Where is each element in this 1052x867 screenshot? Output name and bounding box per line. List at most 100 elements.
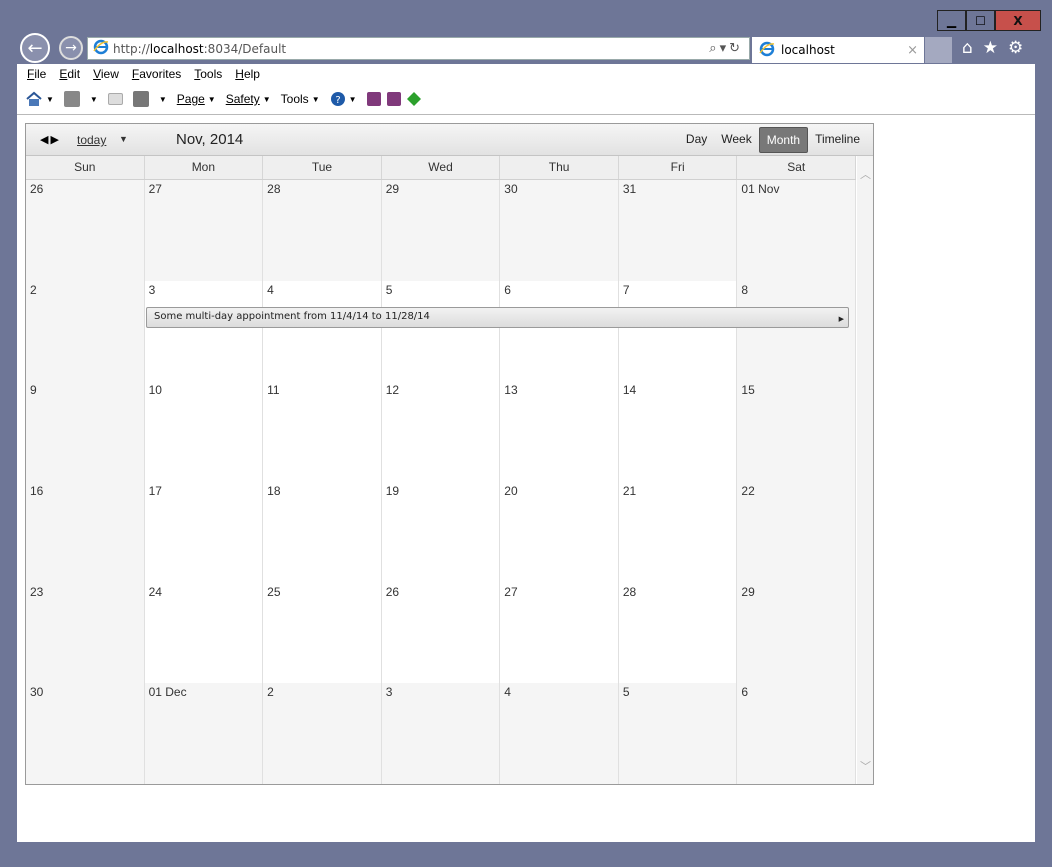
back-button[interactable]: ← <box>20 33 50 63</box>
prev-next-arrows-icon[interactable]: ◀▶ <box>40 133 61 146</box>
calendar-day-cell[interactable]: 26 <box>26 180 145 281</box>
calendar-day-cell[interactable]: 31 <box>618 180 738 281</box>
home-command[interactable]: ▼ <box>25 91 54 107</box>
calendar-day-cell[interactable]: 21 <box>619 482 738 583</box>
day-number: 27 <box>148 182 162 196</box>
calendar-day-cell[interactable]: 3 <box>381 683 501 784</box>
home-icon[interactable]: ⌂ <box>962 38 973 58</box>
calendar-day-cell[interactable]: 2 <box>26 280 145 382</box>
calendar-day-cell[interactable]: 9 <box>26 381 145 482</box>
tab-localhost[interactable]: localhost × <box>752 37 924 63</box>
day-number: 25 <box>267 584 281 599</box>
calendar-day-cell[interactable]: 19 <box>382 482 501 583</box>
calendar-day-cell[interactable]: 7 <box>619 280 738 382</box>
calendar-day-cell[interactable]: 01 Nov <box>737 180 856 281</box>
day-number: 29 <box>741 584 755 599</box>
today-button[interactable]: today <box>77 133 106 147</box>
day-headers: Sun Mon Tue Wed Thu Fri Sat <box>26 156 857 180</box>
feeds-command[interactable]: ▼ <box>63 91 98 107</box>
calendar-day-cell[interactable]: 28 <box>619 582 738 684</box>
address-bar[interactable]: http://localhost:8034/Default ⌕▾↻ <box>87 37 750 60</box>
view-timeline-button[interactable]: Timeline <box>808 127 867 153</box>
view-month-button[interactable]: Month <box>758 127 809 153</box>
calendar-day-cell[interactable]: 20 <box>500 482 619 583</box>
calendar-day-cell[interactable]: 16 <box>26 482 145 583</box>
calendar-day-cell[interactable]: 26 <box>382 582 501 684</box>
day-number: 11 <box>267 383 280 398</box>
calendar-day-cell[interactable]: 8 <box>737 280 856 382</box>
calendar-day-cell[interactable]: 5 <box>382 280 501 382</box>
calendar-day-cell[interactable]: 10 <box>145 381 264 482</box>
calendar-day-cell[interactable]: 6 <box>737 683 856 784</box>
onenote-linked-icon[interactable] <box>386 92 401 106</box>
settings-gear-icon[interactable]: ⚙ <box>1008 38 1023 58</box>
calendar-day-cell[interactable]: 14 <box>619 381 738 482</box>
vertical-scrollbar[interactable]: ︿ ﹀ <box>857 156 873 784</box>
day-number: 30 <box>30 685 44 700</box>
calendar-day-cell[interactable]: 12 <box>382 381 501 482</box>
day-number: 26 <box>30 182 44 196</box>
mail-icon <box>107 93 123 105</box>
calendar-day-cell[interactable]: 2 <box>263 683 382 784</box>
day-number: 16 <box>30 484 44 498</box>
browser-tools: ⌂ ★ ⚙ <box>962 38 1023 58</box>
view-week-button[interactable]: Week <box>714 127 758 153</box>
tab-close-icon[interactable]: × <box>907 43 918 58</box>
view-day-button[interactable]: Day <box>679 127 714 153</box>
day-number: 24 <box>148 584 162 599</box>
browser-window: ▁ ☐ X ← → http://localhost:8034/Default … <box>0 0 1052 867</box>
menu-file[interactable]: File <box>27 67 46 81</box>
day-number: 01 Nov <box>741 182 780 196</box>
calendar-day-cell[interactable]: 01 Dec <box>144 683 264 784</box>
calendar-day-cell[interactable]: 15 <box>737 381 856 482</box>
calendar-day-cell[interactable]: 22 <box>737 482 856 583</box>
calendar-day-cell[interactable]: 25 <box>263 582 382 684</box>
help-command[interactable]: ? ▼ <box>330 91 357 107</box>
calendar-day-cell[interactable]: 4 <box>263 280 382 382</box>
calendar-day-cell[interactable]: 23 <box>26 582 145 684</box>
scroll-down-icon[interactable]: ﹀ <box>860 758 871 774</box>
menu-tools[interactable]: Tools <box>194 67 222 81</box>
calendar-day-cell[interactable]: 28 <box>263 180 382 281</box>
menu-help[interactable]: Help <box>235 67 260 81</box>
calendar-day-cell[interactable]: 13 <box>500 381 619 482</box>
print-command[interactable]: ▼ <box>132 91 167 107</box>
calendar-day-cell[interactable]: 5 <box>618 683 738 784</box>
menu-edit[interactable]: Edit <box>59 67 80 81</box>
day-number: 17 <box>148 484 162 498</box>
menu-favorites[interactable]: Favorites <box>132 67 181 81</box>
new-tab-button[interactable] <box>925 37 952 63</box>
mail-command[interactable] <box>107 93 123 105</box>
onenote-send-icon[interactable] <box>366 92 381 106</box>
favorites-star-icon[interactable]: ★ <box>983 38 998 58</box>
maximize-button[interactable]: ☐ <box>966 10 995 31</box>
safety-menu[interactable]: Safety ▼ <box>226 92 271 106</box>
browser-chrome: File Edit View Favorites Tools Help ▼ ▼ … <box>17 64 1035 115</box>
calendar-day-cell[interactable]: 6 <box>500 280 619 382</box>
menu-view[interactable]: View <box>93 67 119 81</box>
forward-button[interactable]: → <box>59 36 83 60</box>
calendar-day-cell[interactable]: 29 <box>737 582 856 684</box>
multi-day-appointment[interactable]: Some multi-day appointment from 11/4/14 … <box>146 307 849 328</box>
scroll-up-icon[interactable]: ︿ <box>860 166 871 182</box>
minimize-button[interactable]: ▁ <box>937 10 966 31</box>
calendar-day-cell[interactable]: 11 <box>263 381 382 482</box>
close-button[interactable]: X <box>995 10 1041 31</box>
calendar-day-cell[interactable]: 30 <box>26 683 145 784</box>
page-menu[interactable]: Page ▼ <box>177 92 216 106</box>
day-number: 18 <box>267 484 281 498</box>
calendar-day-cell[interactable]: 24 <box>145 582 264 684</box>
calendar-day-cell[interactable]: 30 <box>500 180 619 281</box>
tools-menu[interactable]: Tools ▼ <box>281 92 320 106</box>
calendar-day-cell[interactable]: 27 <box>144 180 264 281</box>
calendar-day-cell[interactable]: 4 <box>500 683 619 784</box>
calendar-day-cell[interactable]: 27 <box>500 582 619 684</box>
day-number: 12 <box>385 383 400 398</box>
search-refresh-icons[interactable]: ⌕▾↻ <box>709 41 743 56</box>
calendar-day-cell[interactable]: 18 <box>263 482 382 583</box>
calendar-day-cell[interactable]: 29 <box>381 180 501 281</box>
calendar-day-cell[interactable]: 17 <box>145 482 264 583</box>
addon-diamond-icon[interactable] <box>406 92 421 106</box>
date-picker-caret-icon[interactable]: ▼ <box>119 134 128 144</box>
calendar-day-cell[interactable]: 3 <box>145 280 264 382</box>
